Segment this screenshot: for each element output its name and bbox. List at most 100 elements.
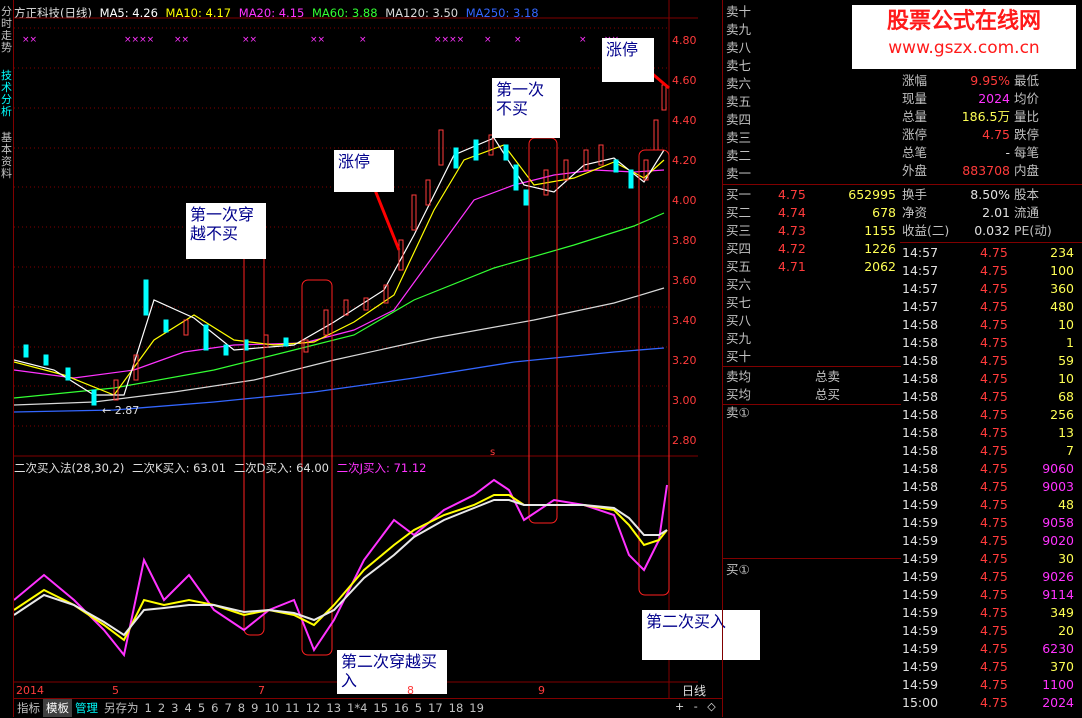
indicator-d: 二次D买入: 64.00 [233,461,329,475]
note-first-no-buy: 第一次不买 [492,78,560,138]
buy-label: 买三 [726,223,752,238]
tab-slot[interactable]: 5 [412,699,425,717]
quote-row: 外盘 883708 内盘 [902,162,1082,180]
note-second-cross-buy: 第二次穿越买入 [337,650,447,694]
tick-price: 4.75 [980,461,1008,476]
tick-time: 14:59 [902,497,939,512]
kline-svg: ×××××××× ××××× ×××××× ××× [14,0,698,700]
tab-slot[interactable]: 19 [466,699,487,717]
price-tick: 3.60 [672,274,697,287]
sell-level: 卖三 [726,130,752,145]
buy-volume: 1155 [864,223,896,238]
buy-level: 买四 4.72 1226 [726,240,898,258]
buy-level: 买三 4.73 1155 [726,222,898,240]
quote-value: 2024 [978,91,1010,106]
tab-slot[interactable]: 8 [235,699,248,717]
tab-slot[interactable]: 1*4 [344,699,370,717]
tick-time: 14:58 [902,353,939,368]
tick-time: 14:59 [902,623,939,638]
buy-volume: 678 [872,205,896,220]
tick-price: 4.75 [980,263,1008,278]
tab-slot[interactable]: 4 [181,699,194,717]
buy-price: 4.75 [778,187,806,202]
zoom-controls: + - ◇ [672,700,719,713]
tick-row: 14:58 4.75 68 [902,388,1080,406]
tick-price: 4.75 [980,443,1008,458]
sell-average: 卖均 [726,369,752,384]
tick-time: 14:59 [902,677,939,692]
tab-slot[interactable]: 16 [391,699,412,717]
tick-time: 14:58 [902,371,939,386]
tab-slot[interactable]: 2 [155,699,168,717]
buy-volume: 652995 [848,187,896,202]
zoom-in-button[interactable]: + [672,700,687,713]
tick-time: 14:59 [902,605,939,620]
tick-price: 4.75 [980,677,1008,692]
tab-slot[interactable]: 12 [303,699,324,717]
tick-time: 14:58 [902,317,939,332]
price-tick: 3.80 [672,234,697,247]
period-label[interactable]: 日线 [682,682,706,699]
tick-time: 14:57 [902,281,939,296]
watermark-title: 股票公式在线网 [886,9,1041,34]
time-tick: 8 [407,684,414,697]
tick-time: 14:59 [902,533,939,548]
sell-level: 卖一 [726,166,752,181]
tick-price: 4.75 [980,371,1008,386]
tab-intraday[interactable]: 分时走势 [0,6,13,54]
tick-row: 14:58 4.75 7 [902,442,1080,460]
diamond-icon[interactable]: ◇ [704,700,718,713]
tab-slot[interactable]: 9 [248,699,261,717]
tick-volume: 9003 [1042,479,1074,494]
tab-slot[interactable]: 13 [323,699,344,717]
tab-manage[interactable]: 管理 [72,699,101,717]
tick-volume: 9114 [1042,587,1074,602]
svg-text:×: × [514,35,522,45]
sell-level: 卖五 [726,94,752,109]
tick-row: 14:58 4.75 10 [902,370,1080,388]
low-price-value: 2.87 [114,404,140,417]
buy-level: 买六 [726,277,752,292]
tick-row: 14:59 4.75 6230 [902,640,1080,658]
tick-row: 14:58 4.75 1 [902,334,1080,352]
tick-row: 14:57 4.75 234 [902,244,1080,262]
tab-technical[interactable]: 技术分析 [0,70,13,118]
tab-slot[interactable]: 18 [446,699,467,717]
tab-slot[interactable]: 5 [195,699,208,717]
tab-slot[interactable]: 3 [168,699,181,717]
tab-fundamentals[interactable]: 基本资料 [0,132,13,180]
tab-template[interactable]: 模板 [43,699,72,717]
tick-volume: 100 [1050,263,1074,278]
tab-slot[interactable]: 15 [370,699,391,717]
quote-label-right: 内盘 [1014,163,1040,178]
price-tick: 3.00 [672,394,697,407]
tick-price: 4.75 [980,587,1008,602]
tab-slot[interactable]: 10 [261,699,282,717]
tick-row: 14:59 4.75 370 [902,658,1080,676]
tick-time: 14:59 [902,551,939,566]
tab-slot[interactable]: 1 [142,699,155,717]
sell-queue: 卖① [726,405,750,420]
tab-indicator[interactable]: 指标 [14,699,43,717]
tab-slot[interactable]: 7 [221,699,234,717]
tick-row: 14:57 4.75 480 [902,298,1080,316]
tick-row: 14:58 4.75 9060 [902,460,1080,478]
chart-area[interactable]: 方正科技(日线) MA5: 4.26 MA10: 4.17 MA20: 4.15… [14,0,760,712]
tick-price: 4.75 [980,623,1008,638]
quote-value: 9.95% [970,73,1010,88]
quote-row: 总笔 - 每笔 [902,144,1082,162]
tick-time: 14:57 [902,299,939,314]
tick-volume: 10 [1058,371,1074,386]
tab-slot[interactable]: 11 [282,699,303,717]
sell-level: 卖九 [726,22,752,37]
buy-level: 买八 [726,313,752,328]
tab-slot[interactable]: 17 [425,699,446,717]
tab-save-as[interactable]: 另存为 [101,699,142,717]
quote-label: 总量 [902,109,928,124]
quote-label-right: 跌停 [1014,127,1040,142]
tick-time: 14:59 [902,587,939,602]
zoom-out-button[interactable]: - [691,700,701,713]
buy-label: 买一 [726,187,752,202]
buy-volume: 2062 [864,259,896,274]
tab-slot[interactable]: 6 [208,699,221,717]
